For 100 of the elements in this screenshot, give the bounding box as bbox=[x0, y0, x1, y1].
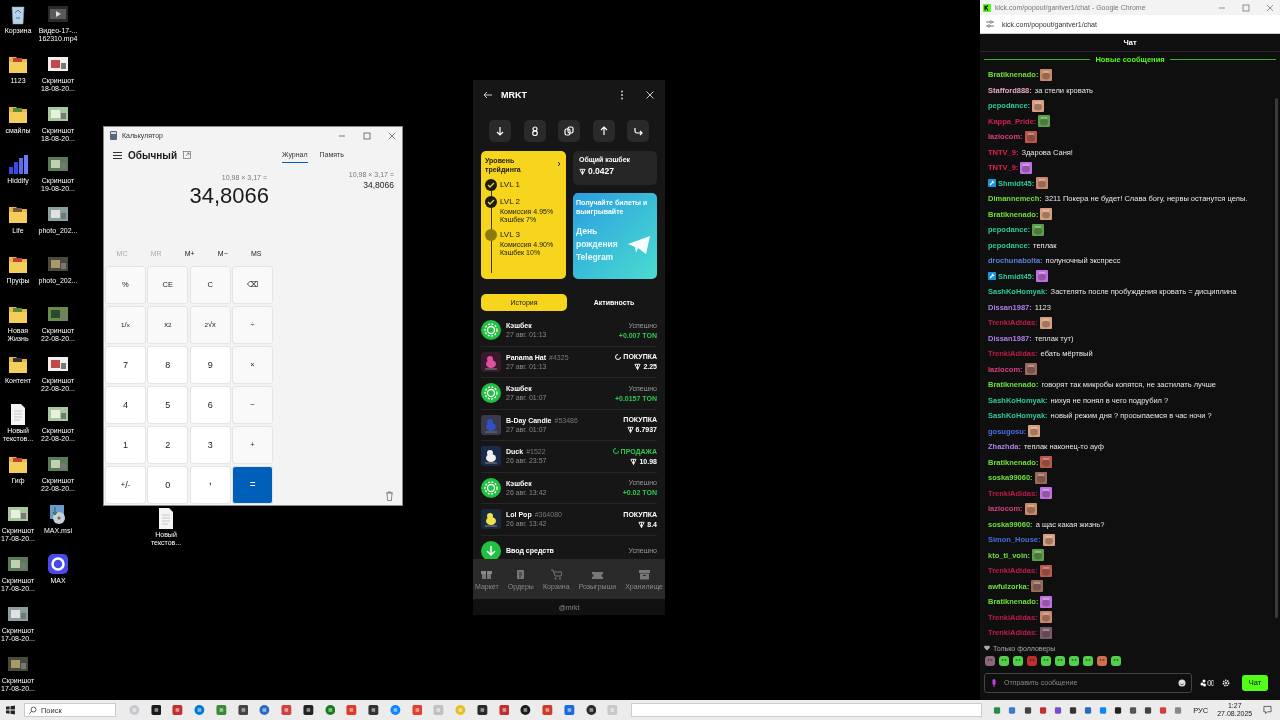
keep-on-top-icon[interactable] bbox=[183, 151, 192, 160]
action-button[interactable] bbox=[523, 120, 546, 142]
display-value: 34,8066 bbox=[188, 182, 270, 211]
emote-icon[interactable] bbox=[1068, 654, 1080, 667]
copy-icon bbox=[564, 126, 574, 136]
emote-icon[interactable] bbox=[1054, 654, 1066, 667]
calculator-key[interactable]: , bbox=[189, 465, 231, 504]
gear-icon bbox=[481, 383, 501, 404]
emote-icon bbox=[1032, 223, 1045, 236]
emote-icon bbox=[1039, 626, 1052, 639]
ton-icon bbox=[638, 520, 646, 528]
app-title: MRKT bbox=[501, 90, 527, 100]
calculator-key[interactable]: 5 bbox=[147, 385, 189, 424]
emote-icon bbox=[1040, 208, 1053, 221]
share-icon bbox=[633, 126, 643, 136]
emote-icon[interactable] bbox=[998, 654, 1010, 667]
ton-icon bbox=[634, 363, 642, 371]
calculator-key[interactable]: 3 bbox=[189, 425, 231, 464]
app-icon[interactable] bbox=[585, 704, 597, 716]
app-icon bbox=[47, 552, 69, 576]
nav-icon[interactable] bbox=[550, 568, 562, 580]
app-icon[interactable] bbox=[368, 704, 379, 716]
nav-icon[interactable] bbox=[638, 568, 650, 580]
level-name: LVL 1 bbox=[500, 179, 520, 191]
ton-icon bbox=[626, 426, 634, 434]
emote-icon[interactable] bbox=[1040, 654, 1052, 667]
app-icon[interactable] bbox=[476, 704, 488, 716]
ton-icon bbox=[630, 457, 638, 465]
site-settings-icon[interactable] bbox=[986, 20, 994, 28]
settings-icon[interactable] bbox=[1222, 678, 1230, 687]
chevron-icon bbox=[556, 161, 562, 167]
emote-icon bbox=[1028, 425, 1041, 438]
calculator-key[interactable]: 8 bbox=[147, 345, 189, 384]
emote-icon bbox=[1036, 270, 1049, 283]
start-icon[interactable] bbox=[6, 705, 15, 715]
emote-icon bbox=[1036, 177, 1049, 190]
emote-icon bbox=[1042, 533, 1055, 546]
trash-icon[interactable] bbox=[385, 491, 394, 501]
calculator-icon bbox=[110, 131, 117, 140]
search-icon bbox=[28, 706, 37, 714]
action-button[interactable] bbox=[627, 120, 649, 142]
maximize-icon[interactable] bbox=[363, 131, 371, 140]
emote-icon bbox=[1032, 99, 1045, 112]
download-icon bbox=[481, 540, 501, 559]
calculator-key[interactable]: 0 bbox=[147, 465, 189, 504]
calculator-key[interactable]: = bbox=[232, 465, 273, 504]
emote-icon bbox=[1040, 456, 1053, 469]
gear-icon bbox=[481, 320, 501, 341]
mode-title: Обычный bbox=[128, 149, 178, 161]
action-button[interactable] bbox=[489, 120, 511, 142]
kick-logo-icon bbox=[983, 3, 991, 12]
emote-icon bbox=[1020, 161, 1033, 174]
emote-icon bbox=[1032, 549, 1045, 562]
app-icon[interactable] bbox=[520, 704, 532, 716]
emote-icon bbox=[1040, 68, 1053, 81]
emote-icon bbox=[1040, 595, 1053, 608]
emoji-icon[interactable] bbox=[1178, 678, 1186, 687]
bar-chart-icon bbox=[7, 152, 29, 176]
gear-icon bbox=[481, 477, 501, 498]
promo-title: День рождения Telegram bbox=[576, 225, 619, 264]
app-icon[interactable] bbox=[237, 704, 249, 716]
figure-eight-icon bbox=[529, 126, 540, 136]
menu-icon[interactable] bbox=[113, 151, 122, 159]
emote-icon[interactable] bbox=[1110, 654, 1122, 667]
calculator-key[interactable]: 4 bbox=[105, 385, 146, 424]
heart-icon bbox=[984, 645, 990, 651]
microphone-icon[interactable] bbox=[990, 678, 998, 687]
history-result[interactable]: 34,8066 bbox=[282, 180, 394, 190]
paper-plane-icon bbox=[627, 235, 651, 255]
cashback-amount: 0.0427 bbox=[588, 166, 614, 176]
app-icon[interactable] bbox=[150, 704, 162, 716]
address-field[interactable] bbox=[631, 703, 983, 717]
action-button[interactable] bbox=[592, 120, 615, 142]
emote-icon[interactable] bbox=[984, 654, 996, 667]
app-icon[interactable] bbox=[302, 704, 314, 716]
ton-icon bbox=[579, 167, 586, 175]
level-name: LVL 3 bbox=[500, 229, 521, 241]
emote-icon[interactable] bbox=[1096, 654, 1108, 667]
action-button[interactable] bbox=[558, 120, 580, 142]
nav-icon[interactable] bbox=[481, 568, 493, 580]
calculator-key[interactable]: 7 bbox=[105, 345, 146, 384]
notification-icon[interactable] bbox=[1263, 705, 1273, 715]
nav-icon[interactable] bbox=[515, 568, 527, 580]
arrow-up-icon bbox=[598, 126, 609, 136]
emote-icon[interactable] bbox=[1012, 654, 1024, 667]
emote-icon bbox=[1039, 487, 1052, 500]
calculator-key[interactable]: 6 bbox=[189, 385, 231, 424]
back-arrow-icon[interactable] bbox=[483, 90, 493, 100]
emote-icon bbox=[1024, 130, 1037, 143]
calculator-key[interactable]: 9 bbox=[189, 345, 231, 384]
emote-icon bbox=[1024, 363, 1037, 376]
emote-icon bbox=[1024, 502, 1037, 515]
emote-icon[interactable] bbox=[1082, 654, 1094, 667]
emote-icon bbox=[1034, 471, 1047, 484]
calculator-key[interactable]: 1 bbox=[105, 425, 146, 464]
link-icon[interactable] bbox=[1200, 678, 1214, 687]
calculator-key[interactable]: 2 bbox=[147, 425, 189, 464]
scrollbar[interactable] bbox=[1275, 98, 1278, 618]
emote-icon bbox=[1039, 316, 1052, 329]
emote-icon bbox=[1038, 115, 1051, 128]
